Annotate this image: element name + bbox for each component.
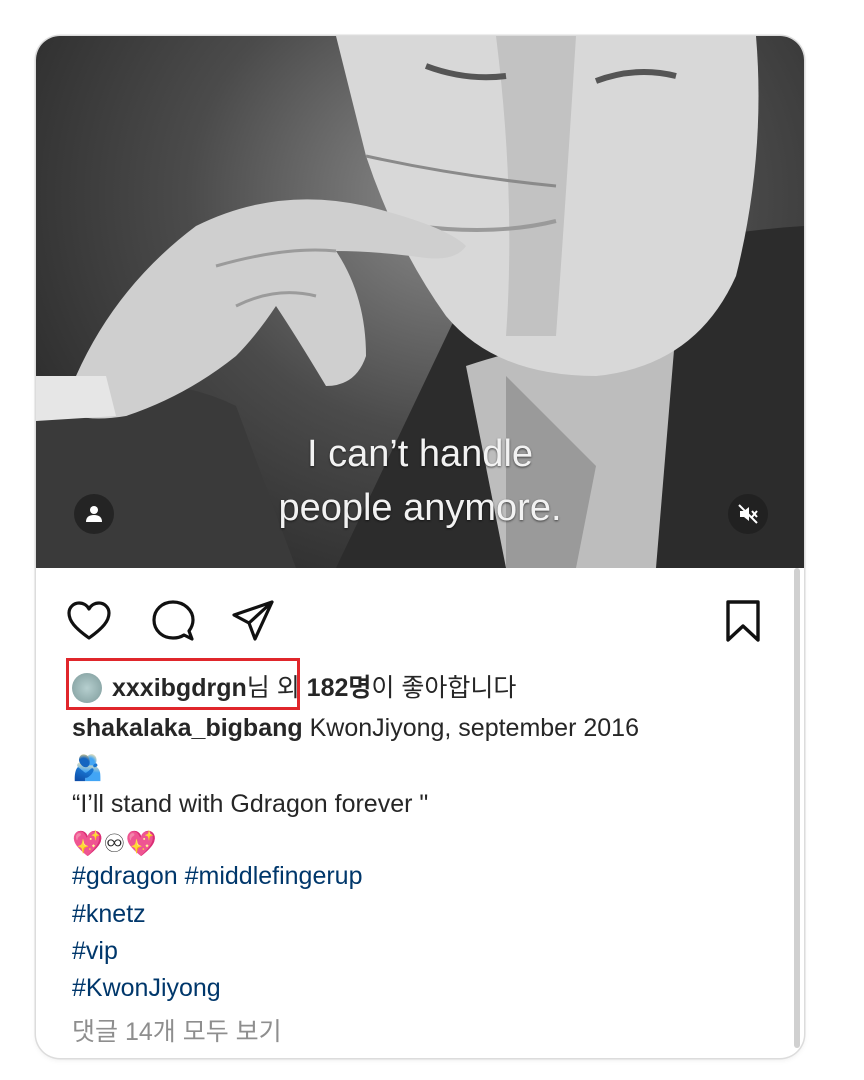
post-caption: shakalaka_bigbang KwonJiyong, september … [72,712,639,744]
comment-button[interactable] [150,598,196,644]
caption-hearts-line: 💖♾💖 [72,830,157,858]
caption-text: KwonJiyong, september 2016 [302,714,639,742]
user-icon [86,506,102,522]
view-all-comments-link[interactable]: 댓글 14개 모두 보기 [72,1016,282,1048]
scrollbar[interactable] [794,568,800,1048]
tagged-users-button[interactable] [74,494,114,534]
highlight-box [66,658,300,710]
share-button[interactable] [230,598,276,644]
video-caption-line1: I can’t handle [306,433,534,475]
post-card: I can’t handle people anymore. xxxibgdrg… [36,36,804,1058]
likes-count[interactable]: 182명 [307,672,372,704]
bookmark-icon [726,600,760,642]
post-media[interactable]: I can’t handle people anymore. [36,36,804,568]
caption-emoji-line: 🫂 [72,754,104,782]
hashtag-line[interactable]: #vip [72,935,118,967]
heart-icon [67,601,111,640]
video-caption-line2: people anymore. [278,487,562,529]
muted-speaker-icon [738,504,758,524]
caption-quote: “I’ll stand with Gdragon forever " [72,790,429,818]
comment-icon [152,600,195,641]
mute-toggle-button[interactable] [728,494,768,534]
like-button[interactable] [66,598,112,644]
save-button[interactable] [720,598,766,644]
share-icon [232,600,274,641]
likes-tail-text: 이 좋아합니다 [371,674,517,702]
author-username[interactable]: shakalaka_bigbang [72,714,303,742]
hashtag-line[interactable]: #KwonJiyong [72,972,221,1004]
hashtag-line[interactable]: #gdragon #middlefingerup [72,860,363,892]
hashtag-line[interactable]: #knetz [72,898,146,930]
